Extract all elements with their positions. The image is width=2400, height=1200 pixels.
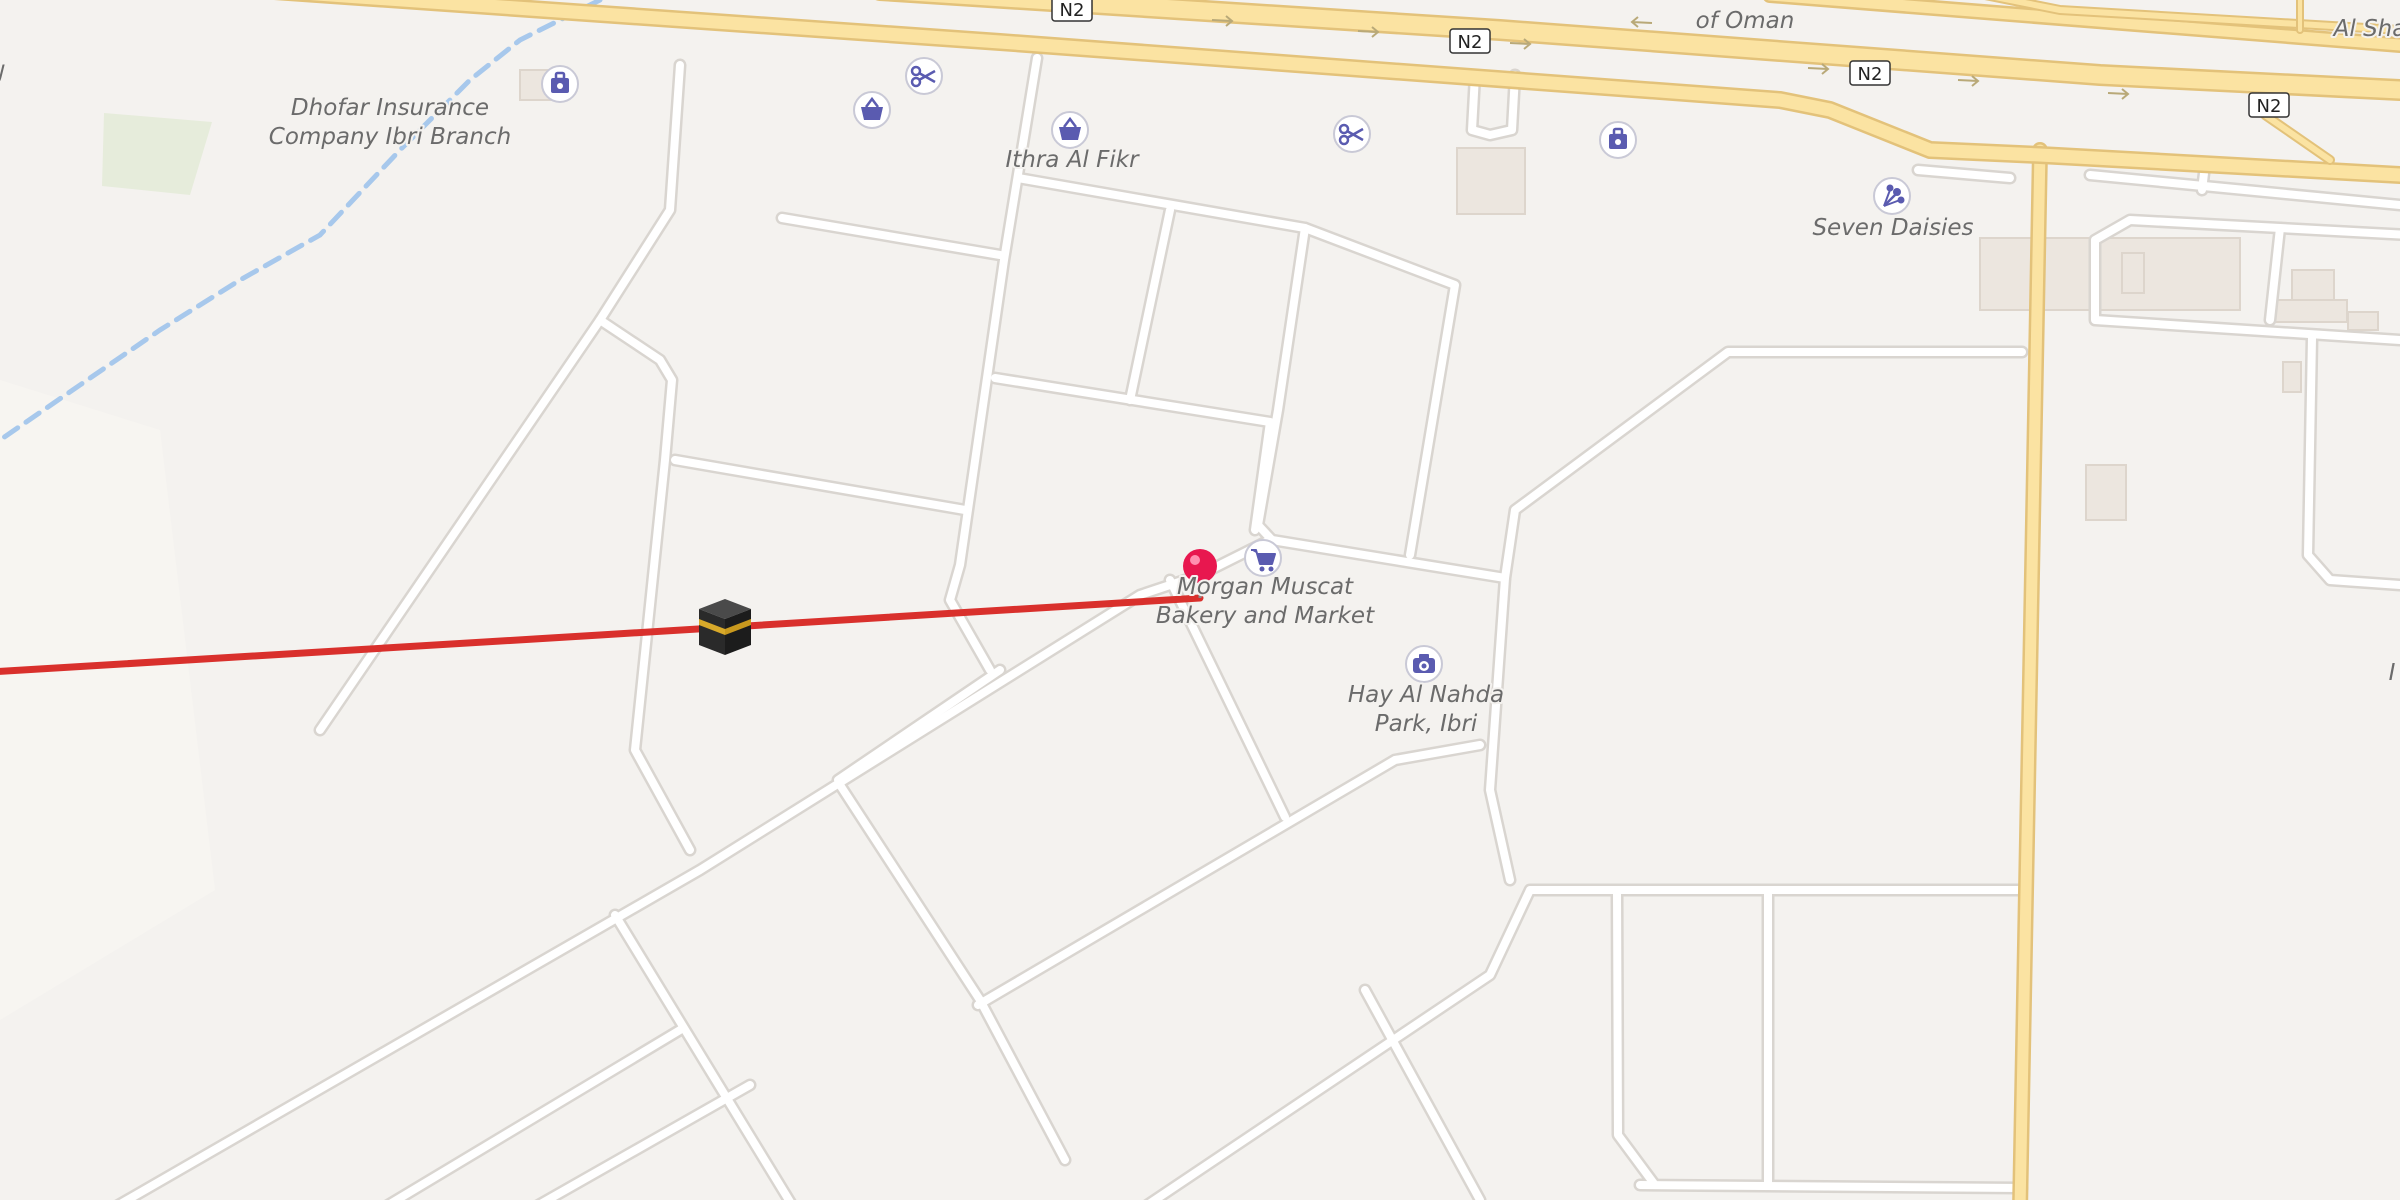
svg-text:N2: N2	[1060, 0, 1085, 21]
scissors-icon[interactable]	[905, 57, 943, 95]
park-area	[102, 113, 212, 195]
road-shield-n2[interactable]: N2	[2248, 92, 2290, 118]
kaaba-icon[interactable]	[699, 599, 751, 655]
minor-roads-casing	[114, 51, 2400, 1200]
svg-text:N2: N2	[1858, 64, 1883, 85]
label-left-edge: ل	[0, 62, 6, 88]
label-hay-al-nahda-2: Park, Ibri	[1375, 711, 1478, 737]
flower-icon[interactable]	[1873, 177, 1911, 215]
label-oman: of Oman	[1696, 8, 1795, 34]
label-dhofar-insurance-2: Company Ibri Branch	[269, 124, 511, 150]
residential-area	[0, 380, 215, 1020]
label-dhofar-insurance-1: Dhofar Insurance	[291, 95, 489, 121]
road-shield-n2[interactable]: N2	[1051, 0, 1093, 22]
cart-icon[interactable]	[1244, 539, 1282, 577]
camera-icon[interactable]	[1405, 645, 1443, 683]
label-al-sha: Al Sha	[2332, 16, 2400, 42]
briefcase-icon[interactable]	[1599, 121, 1637, 159]
label-right-edge: I	[2389, 660, 2396, 686]
road-shield-n2[interactable]: N2	[1849, 60, 1891, 86]
highways	[273, 0, 2400, 1200]
road-shield-n2[interactable]: N2	[1449, 28, 1491, 54]
label-ithra-al-fikr: Ithra Al Fikr	[1005, 147, 1140, 173]
briefcase-icon[interactable]	[541, 65, 579, 103]
svg-text:N2: N2	[1458, 32, 1483, 53]
basket-icon[interactable]	[853, 91, 891, 129]
svg-text:N2: N2	[2257, 96, 2282, 117]
scissors-icon[interactable]	[1333, 115, 1371, 153]
waterway-stream	[0, 0, 603, 443]
label-morgan-muscat-1: Morgan Muscat	[1177, 574, 1354, 600]
label-morgan-muscat-2: Bakery and Market	[1156, 603, 1375, 629]
label-seven-daisies: Seven Daisies	[1812, 215, 1973, 241]
map-canvas[interactable]: N2 N2 N2 N2 of Oman Al Sha I Dhofar Insu…	[0, 0, 2400, 1200]
label-hay-al-nahda-1: Hay Al Nahda	[1348, 682, 1504, 708]
basket-icon[interactable]	[1051, 111, 1089, 149]
minor-roads	[119, 54, 2400, 1200]
map-layers: N2 N2 N2 N2 of Oman Al Sha I Dhofar Insu…	[0, 0, 2400, 1200]
